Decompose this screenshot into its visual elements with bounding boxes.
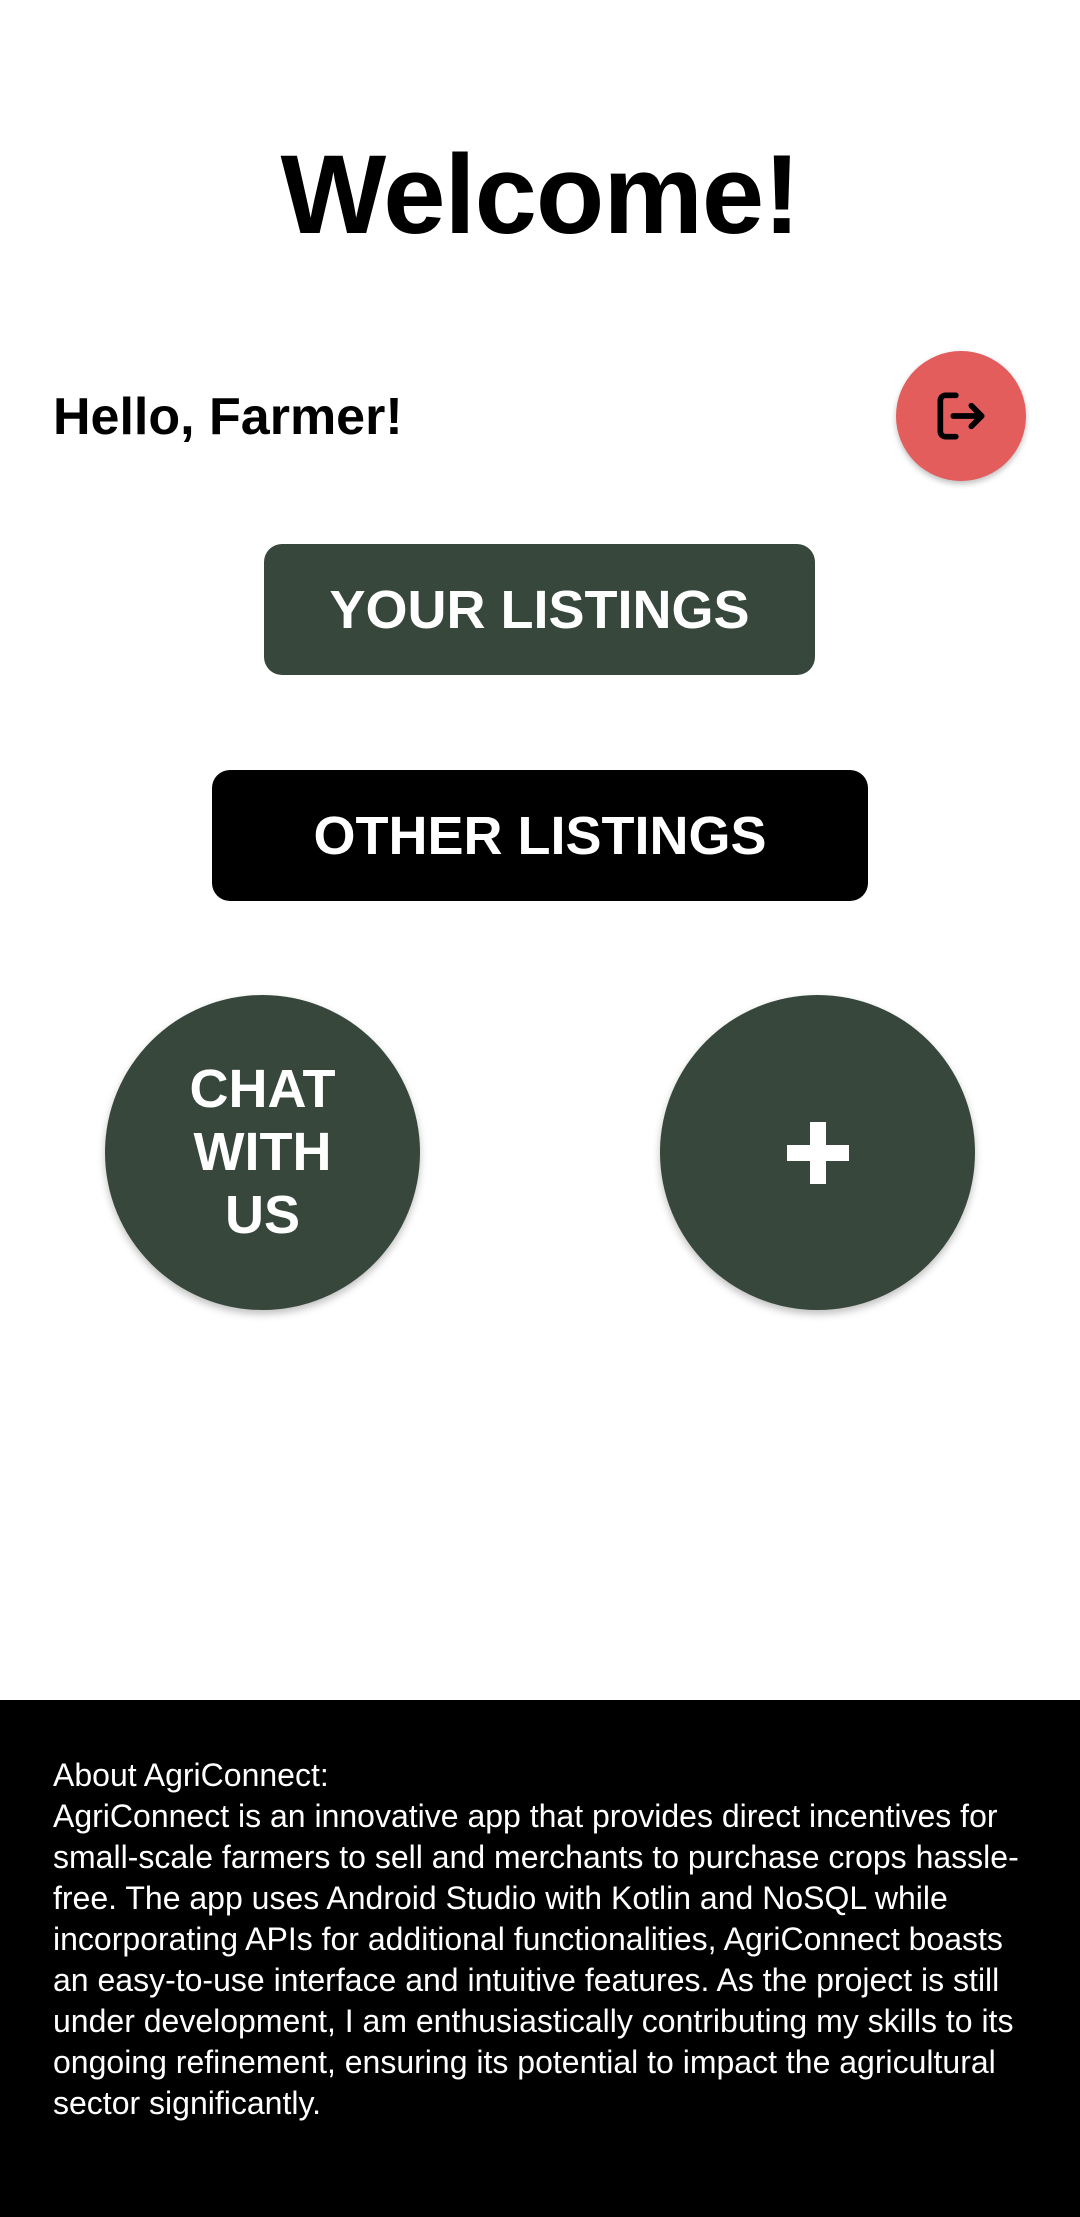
add-listing-button[interactable] — [660, 995, 975, 1310]
about-footer: About AgriConnect: AgriConnect is an inn… — [0, 1700, 1080, 2217]
chat-with-us-button[interactable]: CHAT WITH US — [105, 995, 420, 1310]
chat-with-us-label: CHAT WITH US — [189, 1059, 336, 1245]
page-title: Welcome! — [280, 132, 801, 257]
logout-button[interactable] — [896, 351, 1026, 481]
your-listings-button[interactable]: YOUR LISTINGS — [264, 544, 815, 675]
logout-icon — [937, 392, 985, 440]
greeting-text: Hello, Farmer! — [53, 388, 403, 446]
plus-icon — [786, 1121, 849, 1184]
about-heading: About AgriConnect: — [53, 1757, 329, 1793]
other-listings-button[interactable]: OTHER LISTINGS — [212, 770, 868, 901]
about-description: AgriConnect is an innovative app that pr… — [53, 1798, 1019, 2121]
